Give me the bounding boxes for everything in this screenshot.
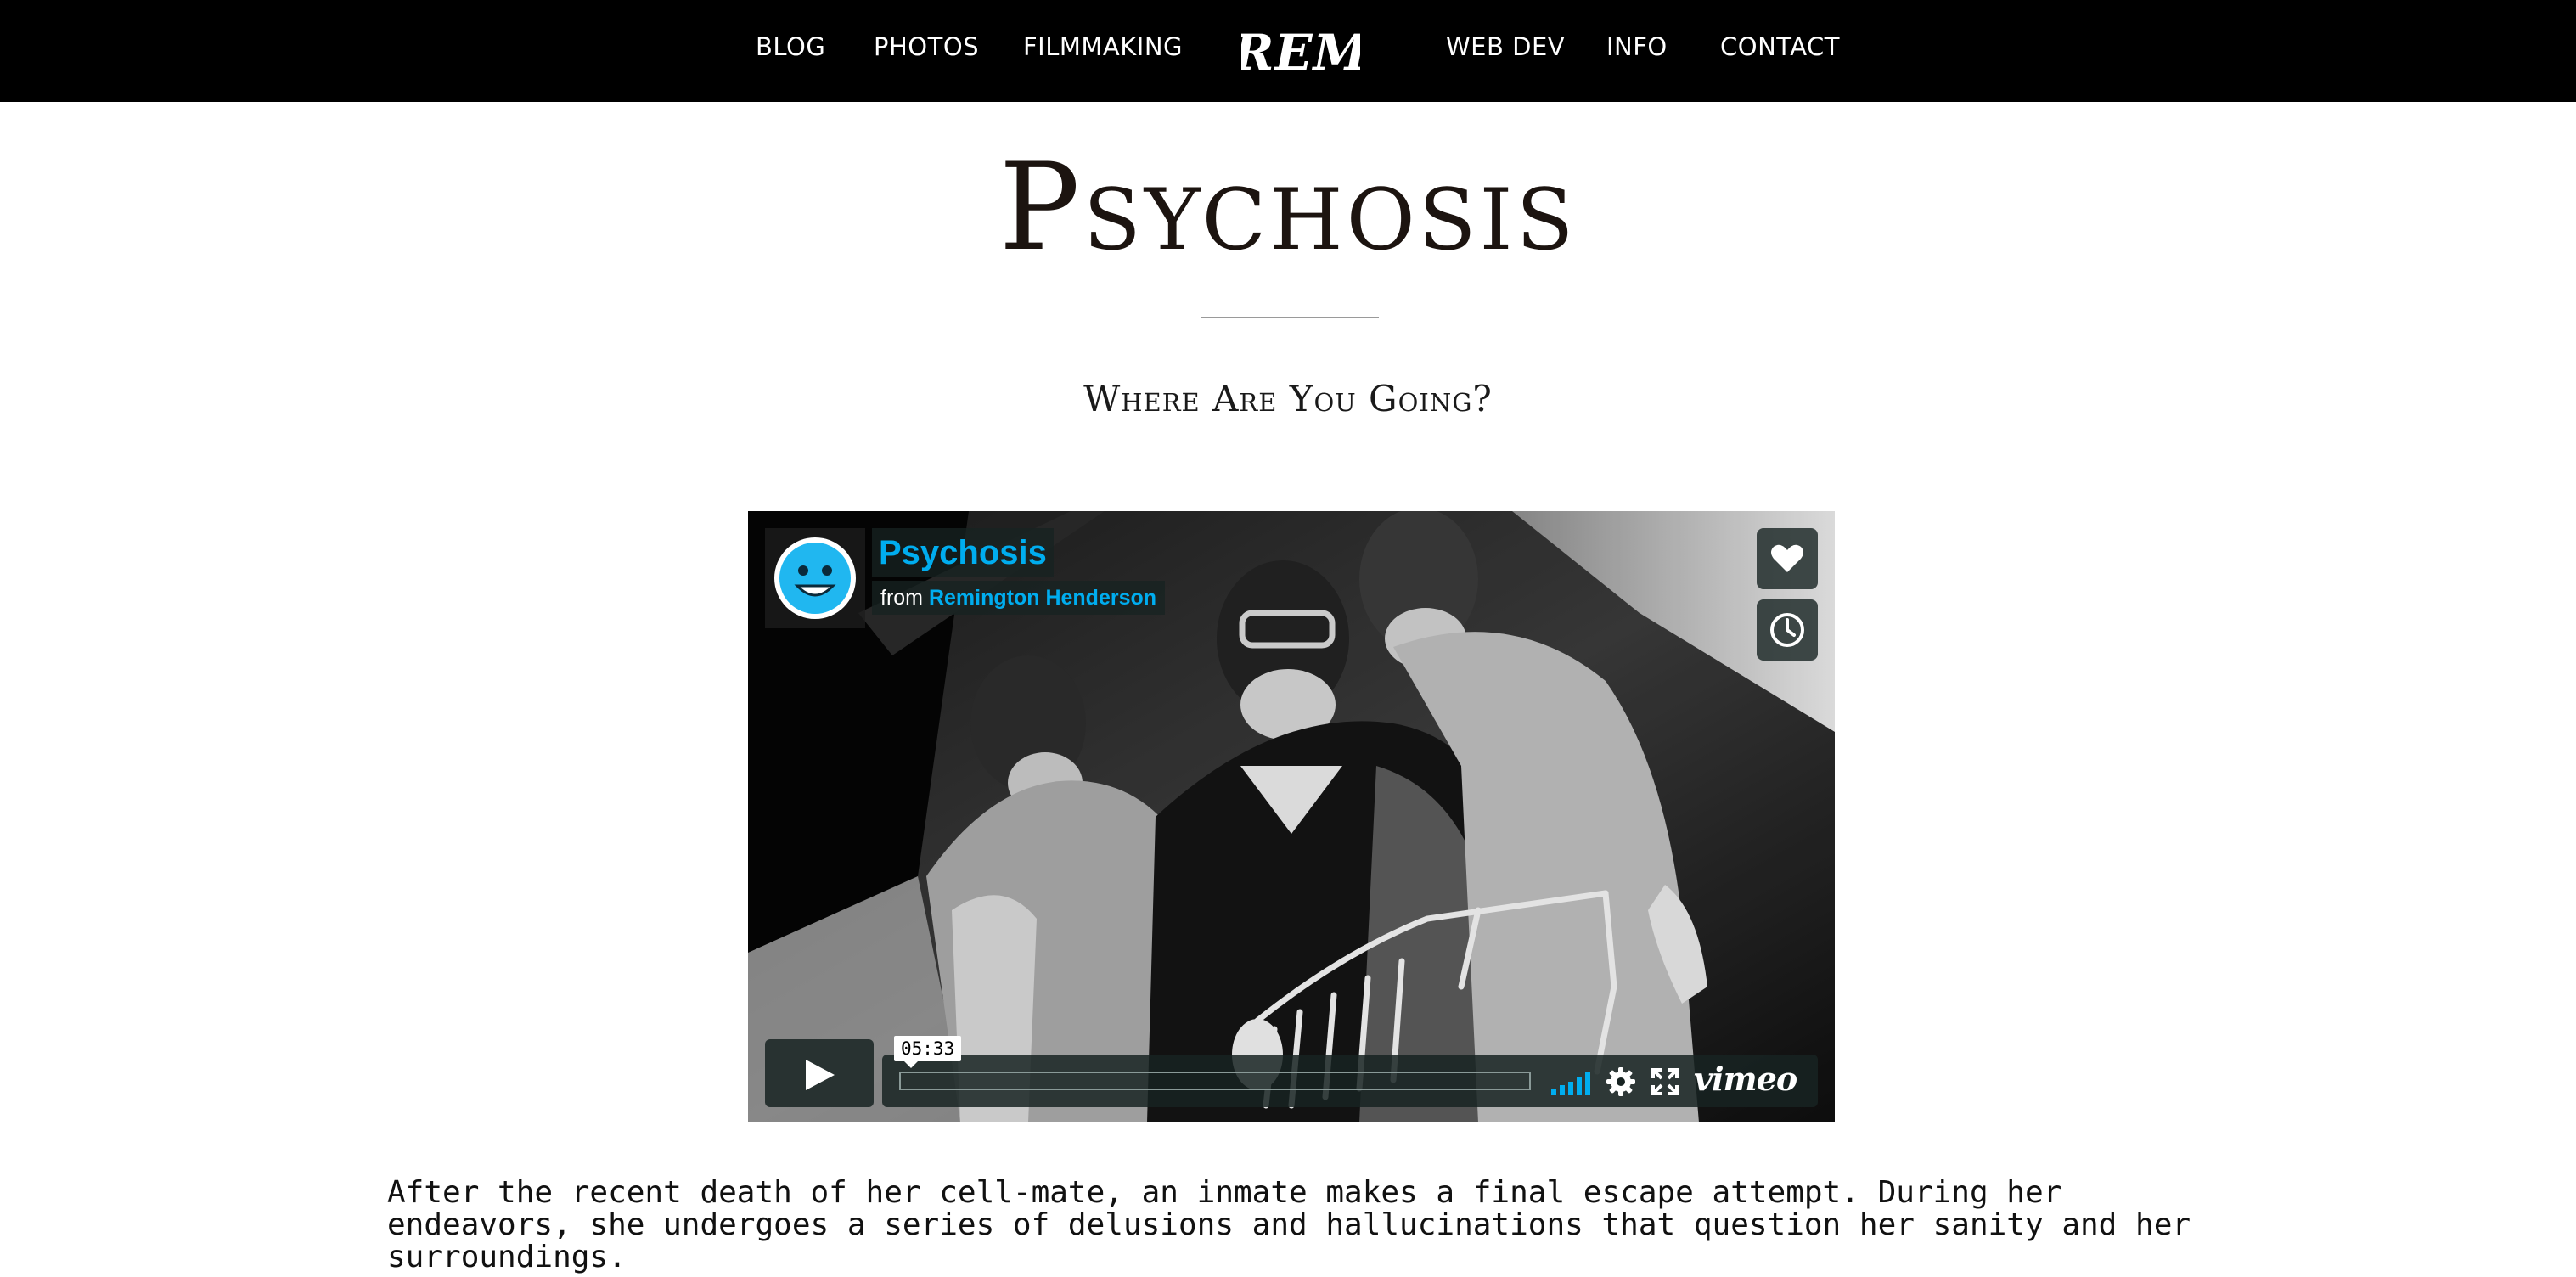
video-byline: from Remington Henderson bbox=[872, 581, 1166, 615]
fullscreen-icon[interactable] bbox=[1651, 1068, 1679, 1095]
nav-link-blog[interactable]: BLOG bbox=[756, 32, 825, 61]
vimeo-logo[interactable]: vimeo bbox=[1694, 1060, 1797, 1099]
duration-label: 05:33 bbox=[894, 1036, 962, 1068]
gear-icon[interactable] bbox=[1606, 1066, 1636, 1097]
smiley-avatar-icon bbox=[774, 537, 856, 619]
play-icon bbox=[806, 1060, 835, 1090]
author-portrait[interactable] bbox=[765, 528, 865, 628]
player-controls: vimeo 05:33 bbox=[765, 1036, 1818, 1107]
clock-icon bbox=[1770, 613, 1804, 647]
heart-icon bbox=[1771, 544, 1803, 572]
progress-bar[interactable] bbox=[899, 1072, 1531, 1090]
page-subtitle: Where Are You Going? bbox=[1083, 378, 1493, 419]
top-navigation: BLOG PHOTOS FILMMAKING REM WEB DEV INFO … bbox=[0, 0, 2576, 102]
site-logo[interactable]: REM bbox=[1241, 19, 1360, 83]
like-button[interactable] bbox=[1757, 528, 1818, 589]
nav-link-info[interactable]: INFO bbox=[1606, 32, 1668, 61]
video-description: After the recent death of her cell-mate,… bbox=[387, 1175, 2191, 1274]
video-player[interactable]: Psychosis from Remington Henderson vimeo… bbox=[748, 511, 1835, 1122]
play-button[interactable] bbox=[765, 1039, 874, 1107]
watch-later-button[interactable] bbox=[1757, 599, 1818, 661]
nav-link-contact[interactable]: CONTACT bbox=[1720, 32, 1840, 61]
site-logo-text: REM bbox=[1241, 24, 1360, 82]
nav-link-filmmaking[interactable]: FILMMAKING bbox=[1023, 32, 1183, 61]
title-divider bbox=[1201, 317, 1379, 318]
byline-prefix: from bbox=[880, 586, 923, 610]
volume-icon[interactable] bbox=[1550, 1070, 1592, 1095]
video-title-link[interactable]: Psychosis bbox=[872, 528, 1054, 577]
author-link[interactable]: Remington Henderson bbox=[929, 586, 1156, 610]
page-title: Psychosis bbox=[998, 138, 1578, 278]
nav-link-photos[interactable]: PHOTOS bbox=[874, 32, 979, 61]
control-bar: vimeo bbox=[882, 1055, 1818, 1107]
nav-link-web-dev[interactable]: WEB DEV bbox=[1446, 32, 1565, 61]
